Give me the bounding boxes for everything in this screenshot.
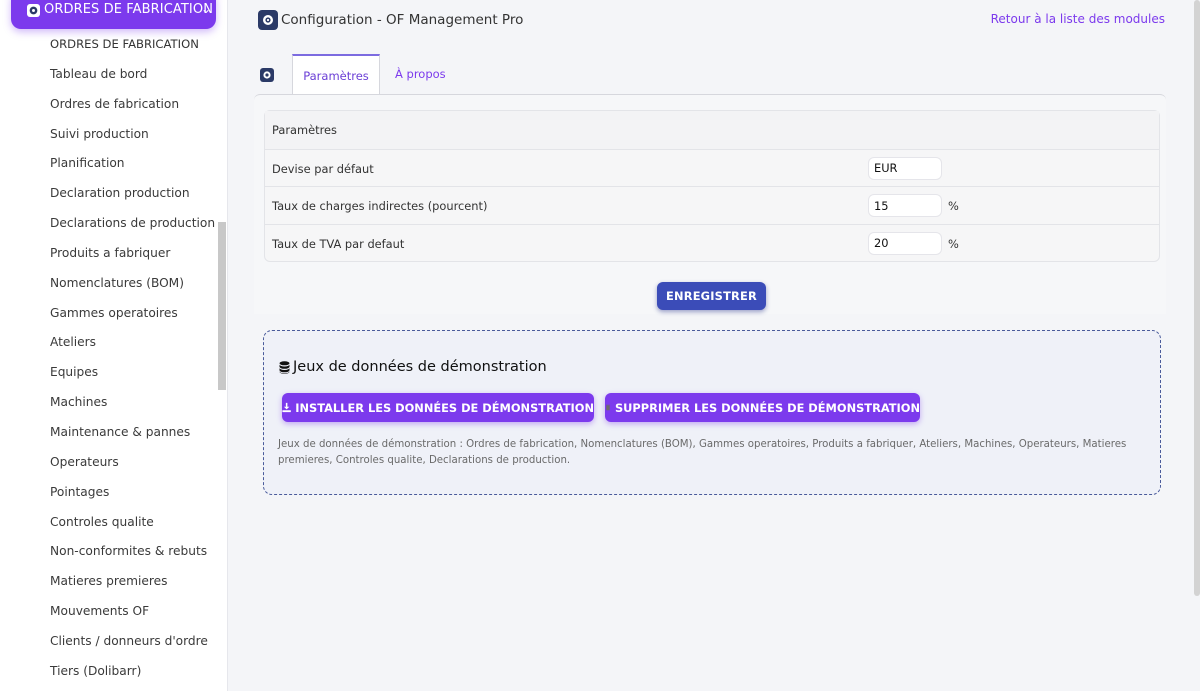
sidebar-item[interactable]: Clients / donneurs d'ordre xyxy=(0,627,218,657)
indirect-charges-input[interactable] xyxy=(868,194,942,217)
sidebar-item[interactable]: Nomenclatures (BOM) xyxy=(0,269,218,299)
sidebar-item[interactable]: Machines xyxy=(0,388,218,418)
percent-unit: % xyxy=(948,236,959,251)
sidebar-scrollbar[interactable] xyxy=(218,222,226,390)
install-demo-label: INSTALLER LES DONNÉES DE DÉMONSTRATION xyxy=(295,400,594,415)
main-content: Configuration - OF Management Pro Retour… xyxy=(228,0,1200,691)
sidebar-item[interactable]: Produits a fabriquer xyxy=(0,239,218,269)
sidebar-item[interactable]: Maintenance & pannes xyxy=(0,418,218,448)
menu-list: ORDRES DE FABRICATION Tableau de bord Or… xyxy=(0,30,218,687)
download-icon xyxy=(282,402,291,413)
page-title: Configuration - OF Management Pro xyxy=(281,12,524,28)
param-label: Taux de TVA par defaut xyxy=(272,236,405,251)
tab-a-propos[interactable]: À propos xyxy=(395,54,446,95)
table-row: Devise par défaut xyxy=(265,148,1159,187)
sidebar-item[interactable]: Non-conformites & rebuts xyxy=(0,537,218,567)
chevron-down-icon[interactable]: ⌄ xyxy=(201,2,211,16)
main-scrollbar[interactable] xyxy=(1194,0,1200,596)
remove-demo-label: SUPPRIMER LES DONNÉES DE DÉMONSTRATION xyxy=(614,400,920,415)
param-label: Devise par défaut xyxy=(272,161,374,176)
sidebar-item[interactable]: Controles qualite xyxy=(0,508,218,538)
remove-demo-button[interactable]: SUPPRIMER LES DONNÉES DE DÉMONSTRATION xyxy=(605,393,920,422)
save-button[interactable]: ENREGISTRER xyxy=(657,282,766,310)
back-to-modules-link[interactable]: Retour à la liste des modules xyxy=(991,12,1165,26)
tab-parametres[interactable]: Paramètres xyxy=(292,54,380,95)
gear-icon xyxy=(258,10,278,30)
sidebar-item[interactable]: Suivi production xyxy=(0,120,218,150)
gear-icon xyxy=(260,68,274,82)
sidebar-item[interactable]: Pointages xyxy=(0,478,218,508)
sidebar-item[interactable]: ORDRES DE FABRICATION xyxy=(0,30,218,60)
gear-icon xyxy=(27,4,40,17)
table-row: Taux de charges indirectes (pourcent) % xyxy=(265,186,1159,224)
trash-icon xyxy=(605,404,610,411)
sidebar-item[interactable]: Planification xyxy=(0,149,218,179)
sidebar-item[interactable]: Declarations de production xyxy=(0,209,218,239)
params-table: Paramètres Devise par défaut Taux de cha… xyxy=(264,110,1160,262)
sidebar-item[interactable]: Operateurs xyxy=(0,448,218,478)
install-demo-button[interactable]: INSTALLER LES DONNÉES DE DÉMONSTRATION xyxy=(282,393,594,422)
settings-panel: Paramètres Devise par défaut Taux de cha… xyxy=(254,94,1166,314)
sidebar: ORDRES DE FABRICATION ⌄ ORDRES DE FABRIC… xyxy=(0,0,228,691)
params-header-label: Paramètres xyxy=(272,123,337,137)
demo-title: Jeux de données de démonstration xyxy=(293,359,547,375)
sidebar-item[interactable]: Tiers (Dolibarr) xyxy=(0,657,218,687)
menu-header-label: ORDRES DE FABRICATION xyxy=(44,2,214,17)
sidebar-item[interactable]: Equipes xyxy=(0,358,218,388)
sidebar-item[interactable]: Ateliers xyxy=(0,328,218,358)
table-row: Taux de TVA par defaut % xyxy=(265,223,1159,262)
demo-data-section: Jeux de données de démonstration INSTALL… xyxy=(263,330,1161,495)
param-label: Taux de charges indirectes (pourcent) xyxy=(272,199,488,213)
database-icon xyxy=(279,361,290,374)
sidebar-item[interactable]: Tableau de bord xyxy=(0,60,218,90)
sidebar-item[interactable]: Mouvements OF xyxy=(0,597,218,627)
percent-unit: % xyxy=(948,199,959,213)
menu-header[interactable]: ORDRES DE FABRICATION ⌄ xyxy=(11,0,216,29)
currency-input[interactable] xyxy=(868,156,942,180)
sidebar-item[interactable]: Declaration production xyxy=(0,179,218,209)
vat-rate-input[interactable] xyxy=(868,231,942,255)
sidebar-item[interactable]: Ordres de fabrication xyxy=(0,90,218,120)
demo-description: Jeux de données de démonstration : Ordre… xyxy=(278,439,1127,466)
params-table-header: Paramètres xyxy=(265,111,1159,149)
sidebar-item[interactable]: Matieres premieres xyxy=(0,567,218,597)
sidebar-item[interactable]: Gammes operatoires xyxy=(0,299,218,329)
